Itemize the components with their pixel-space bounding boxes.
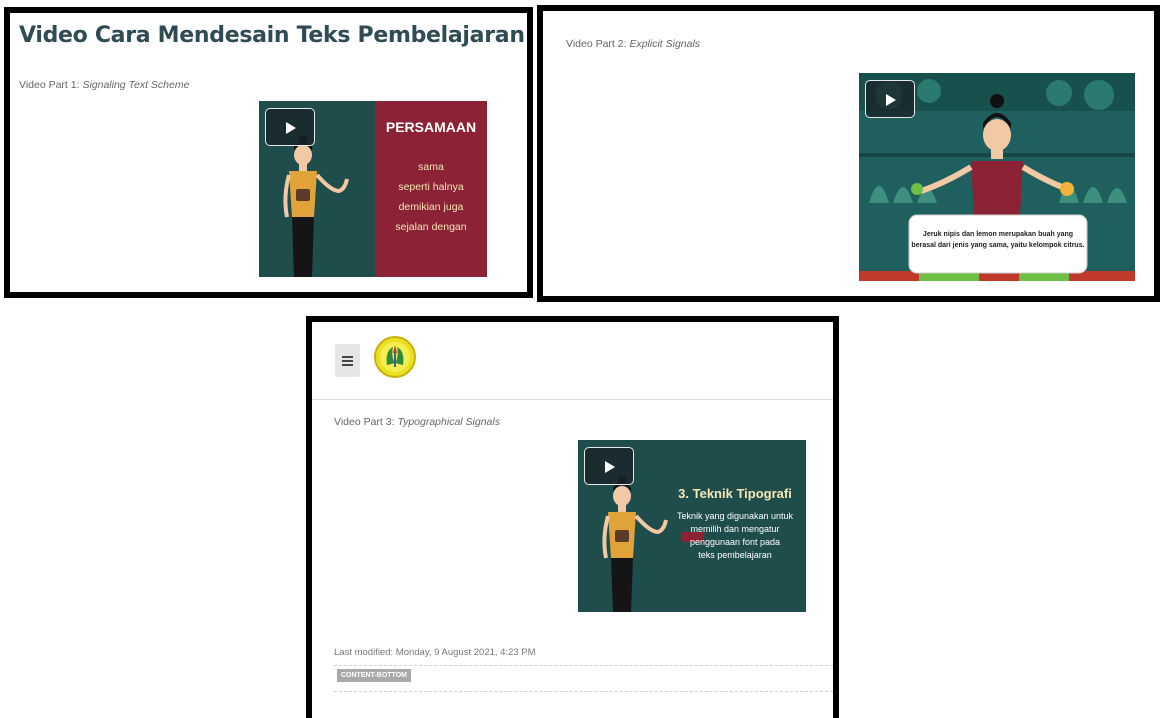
university-logo-icon (374, 336, 416, 378)
hamburger-menu-icon-bar (342, 360, 353, 362)
panel-video-part-1: Video Cara Mendesain Teks Pembelajaran V… (4, 7, 533, 298)
slide-title: PERSAMAAN (385, 119, 477, 135)
slide-line: sama (418, 161, 444, 173)
slide-line: demikian juga (398, 201, 464, 213)
video-player-part-1[interactable]: PERSAMAAN sama seperti halnya demikian j… (259, 101, 487, 277)
video-part-prefix: Video Part 1: (19, 79, 83, 91)
video-part-title: Explicit Signals (629, 38, 701, 50)
hamburger-menu-icon-bar (342, 364, 353, 366)
play-icon (286, 122, 296, 134)
hamburger-menu-icon (342, 356, 353, 358)
panel-video-part-2: Video Part 2: Explicit Signals Jeruk nip… (537, 5, 1160, 302)
video-part-title: Signaling Text Scheme (82, 79, 190, 91)
topbar-divider (312, 399, 833, 400)
play-button[interactable] (265, 108, 315, 146)
video-part-label: Video Part 1: Signaling Text Scheme (19, 79, 189, 91)
slide-list: Teknik yang digunakan untuk memilih dan … (664, 510, 806, 562)
panel-video-part-3: Video Part 3: Typographical Signals 3. T… (306, 316, 839, 718)
slide-line: penggunaan font pada (689, 537, 781, 547)
video-player-part-2[interactable]: Jeruk nipis dan lemon merupakan buah yan… (859, 73, 1135, 281)
play-button[interactable] (584, 447, 634, 485)
page-title: Video Cara Mendesain Teks Pembelajaran (19, 23, 525, 48)
slide-line: memilih dan mengatur (690, 524, 780, 534)
slide-line: seperti halnya (398, 181, 464, 193)
hamburger-menu-button[interactable] (335, 344, 360, 377)
video-caption: Jeruk nipis dan lemon merupakan buah yan… (909, 229, 1087, 251)
play-icon (605, 461, 615, 473)
play-icon (886, 94, 896, 106)
content-bottom-region: CONTENT-BOTTOM (334, 665, 833, 692)
video-part-label: Video Part 2: Explicit Signals (566, 38, 700, 50)
last-modified-text: Last modified: Monday, 9 August 2021, 4:… (334, 647, 536, 658)
slide-line: Teknik yang digunakan untuk (676, 511, 794, 521)
video-caption-line: Jeruk nipis dan lemon merupakan buah yan… (922, 231, 1074, 238)
video-player-part-3[interactable]: 3. Teknik Tipografi Teknik yang digunaka… (578, 440, 806, 612)
video-part-label: Video Part 3: Typographical Signals (334, 416, 500, 428)
slide-title: 3. Teknik Tipografi (678, 486, 792, 501)
video-part-title: Typographical Signals (397, 416, 500, 428)
slide-list: sama seperti halnya demikian juga sejala… (375, 157, 487, 237)
slide-line: teks pembelajaran (698, 550, 772, 560)
play-button[interactable] (865, 80, 915, 118)
video-part-prefix: Video Part 2: (566, 38, 630, 50)
video-caption-line: berasal dari jenis yang sama, yaitu kelo… (911, 242, 1085, 249)
slide-line: sejalan dengan (395, 221, 467, 233)
video-part-prefix: Video Part 3: (334, 416, 398, 428)
region-badge: CONTENT-BOTTOM (337, 669, 411, 682)
